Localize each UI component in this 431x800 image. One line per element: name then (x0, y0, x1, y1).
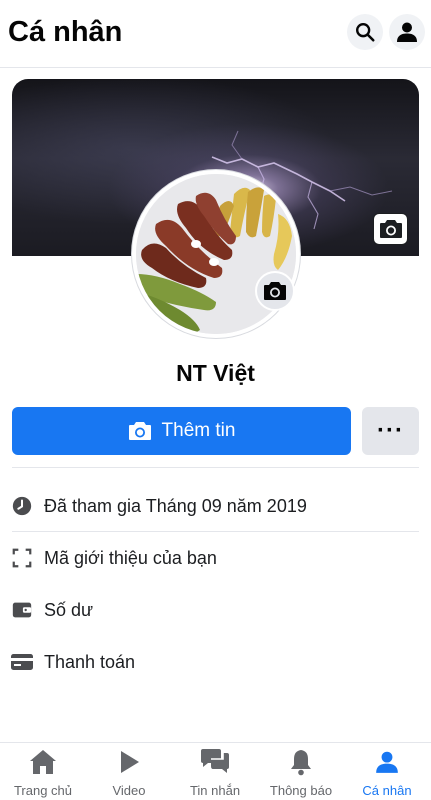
bell-icon (258, 747, 344, 777)
more-options-button[interactable]: ··· (362, 407, 419, 455)
camera-icon (128, 422, 151, 440)
page-title: Cá nhân (8, 16, 123, 48)
info-label: Đã tham gia Tháng 09 năm 2019 (44, 495, 307, 516)
top-header: Cá nhân (0, 0, 431, 68)
nav-label: Tin nhắn (189, 783, 241, 798)
search-icon (356, 23, 375, 42)
bottom-navigation: Trang chủ Video Tin nhắn Thông báo Cá nh… (0, 742, 431, 800)
chat-icon (172, 747, 258, 777)
edit-avatar-button[interactable] (255, 271, 295, 311)
play-icon (86, 747, 172, 777)
search-button[interactable] (347, 14, 383, 50)
nav-label: Trang chủ (13, 783, 73, 798)
add-story-label: Thêm tin (161, 420, 236, 441)
nav-label: Thông báo (269, 783, 333, 798)
divider (12, 531, 419, 532)
profile-name: NT Việt (176, 360, 255, 386)
more-icon: ··· (377, 417, 404, 444)
nav-video[interactable]: Video (86, 743, 172, 800)
info-row-referral[interactable]: Mã giới thiệu của bạn (0, 534, 431, 582)
profile-avatar[interactable] (132, 170, 300, 338)
info-row-joined[interactable]: Đã tham gia Tháng 09 năm 2019 (0, 482, 431, 530)
info-row-payment[interactable]: Thanh toán (0, 638, 431, 686)
camera-icon (264, 282, 286, 300)
nav-notifications[interactable]: Thông báo (258, 743, 344, 800)
nav-messages[interactable]: Tin nhắn (172, 743, 258, 800)
info-label: Số dư (44, 599, 94, 620)
wallet-icon (10, 598, 34, 622)
camera-icon (379, 220, 402, 238)
nav-profile[interactable]: Cá nhân (344, 743, 430, 800)
clock-icon (10, 494, 34, 518)
info-row-balance[interactable]: Số dư (0, 586, 431, 634)
divider (12, 467, 419, 468)
credit-card-icon (10, 650, 34, 674)
edit-cover-button[interactable] (373, 213, 408, 245)
person-icon (344, 747, 430, 777)
nav-label: Video (112, 783, 146, 798)
nav-home[interactable]: Trang chủ (0, 743, 86, 800)
info-label: Mã giới thiệu của bạn (44, 547, 217, 568)
profile-button[interactable] (389, 14, 425, 50)
info-label: Thanh toán (44, 651, 136, 672)
home-icon (0, 747, 86, 777)
add-story-button[interactable]: Thêm tin (12, 407, 351, 455)
nav-label: Cá nhân (362, 783, 412, 798)
scan-frame-icon (10, 546, 34, 570)
person-icon (397, 22, 417, 42)
